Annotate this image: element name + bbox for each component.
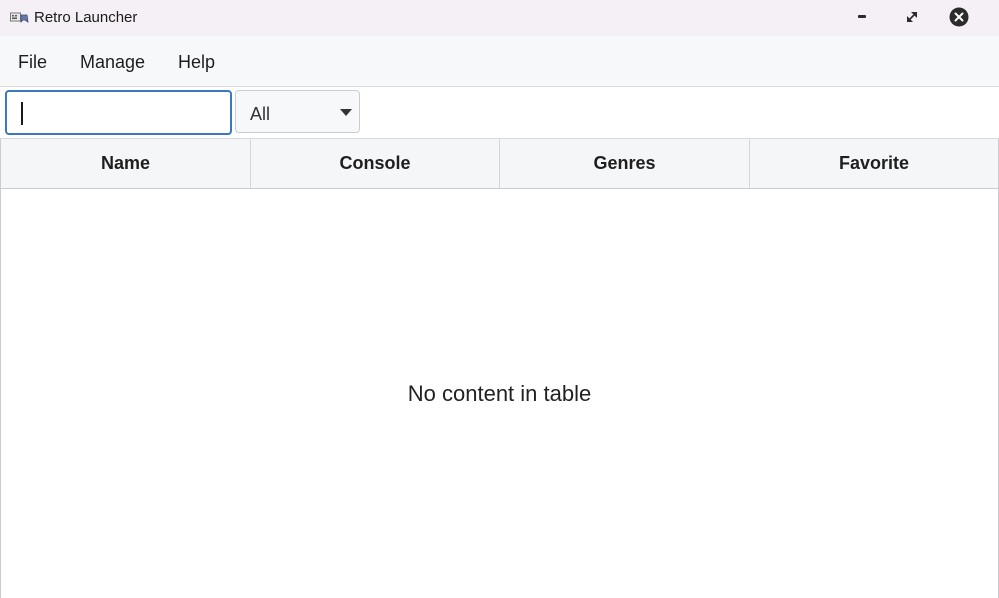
search-input[interactable] xyxy=(7,92,221,133)
maximize-button[interactable] xyxy=(889,0,935,34)
column-header-console[interactable]: Console xyxy=(251,139,500,188)
close-button[interactable] xyxy=(936,0,982,34)
menu-file[interactable]: File xyxy=(18,52,47,73)
window-title: Retro Launcher xyxy=(34,9,138,26)
games-table: Name Console Genres Favorite No content … xyxy=(0,139,999,598)
console-filter-dropdown[interactable]: All xyxy=(235,90,360,133)
column-header-genres[interactable]: Genres xyxy=(500,139,750,188)
close-icon xyxy=(949,7,969,27)
filter-toolbar: All xyxy=(0,87,999,139)
text-cursor xyxy=(21,102,23,125)
maximize-icon xyxy=(907,12,917,22)
menu-bar: File Manage Help xyxy=(0,36,999,87)
filter-selected-value: All xyxy=(250,104,271,124)
chevron-down-icon xyxy=(340,109,352,116)
column-header-favorite[interactable]: Favorite xyxy=(750,139,998,188)
empty-table-message: No content in table xyxy=(407,381,592,406)
table-header: Name Console Genres Favorite xyxy=(1,139,998,189)
menu-help[interactable]: Help xyxy=(178,52,215,73)
minimize-icon xyxy=(858,15,866,18)
gamepad-icon xyxy=(10,12,29,23)
title-bar: Retro Launcher xyxy=(0,0,999,36)
minimize-button[interactable] xyxy=(840,0,886,34)
column-header-name[interactable]: Name xyxy=(1,139,251,188)
menu-manage[interactable]: Manage xyxy=(80,52,145,73)
search-box[interactable] xyxy=(5,90,232,135)
